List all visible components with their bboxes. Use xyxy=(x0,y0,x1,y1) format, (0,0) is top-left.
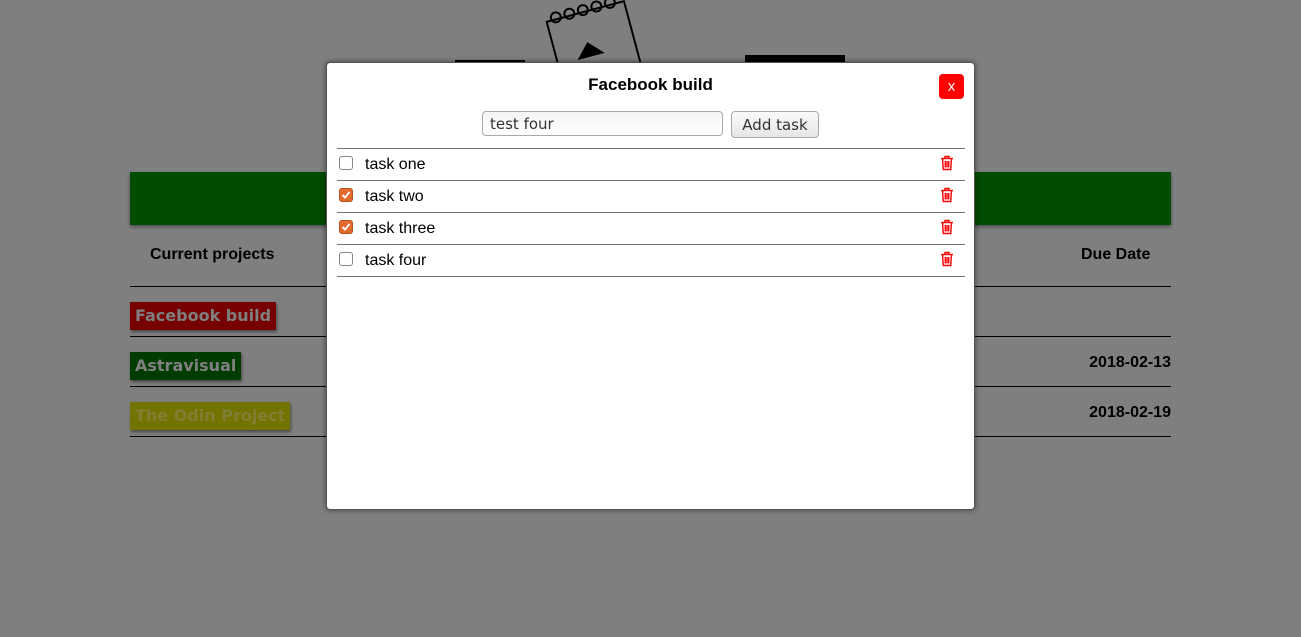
task-row: task three xyxy=(337,213,965,245)
close-button[interactable]: x xyxy=(939,74,964,99)
task-checkbox[interactable] xyxy=(339,252,353,266)
modal-title: Facebook build xyxy=(588,75,713,94)
task-checkbox[interactable] xyxy=(339,188,353,202)
task-row: task four xyxy=(337,245,965,277)
trash-icon[interactable] xyxy=(940,155,954,171)
task-checkbox[interactable] xyxy=(339,220,353,234)
task-row: task one xyxy=(337,149,965,181)
trash-icon[interactable] xyxy=(940,219,954,235)
task-label: task one xyxy=(365,156,426,173)
trash-icon[interactable] xyxy=(940,251,954,267)
task-checkbox[interactable] xyxy=(339,156,353,170)
project-tasks-modal: Facebook build x Add task task one task … xyxy=(326,62,975,510)
task-label: task four xyxy=(365,252,427,269)
task-row: task two xyxy=(337,181,965,213)
trash-icon[interactable] xyxy=(940,187,954,203)
task-list: task one task two task three task four xyxy=(337,148,965,277)
task-label: task three xyxy=(365,220,436,237)
add-task-button[interactable]: Add task xyxy=(731,111,819,138)
new-task-input[interactable] xyxy=(482,111,723,136)
task-label: task two xyxy=(365,188,424,205)
